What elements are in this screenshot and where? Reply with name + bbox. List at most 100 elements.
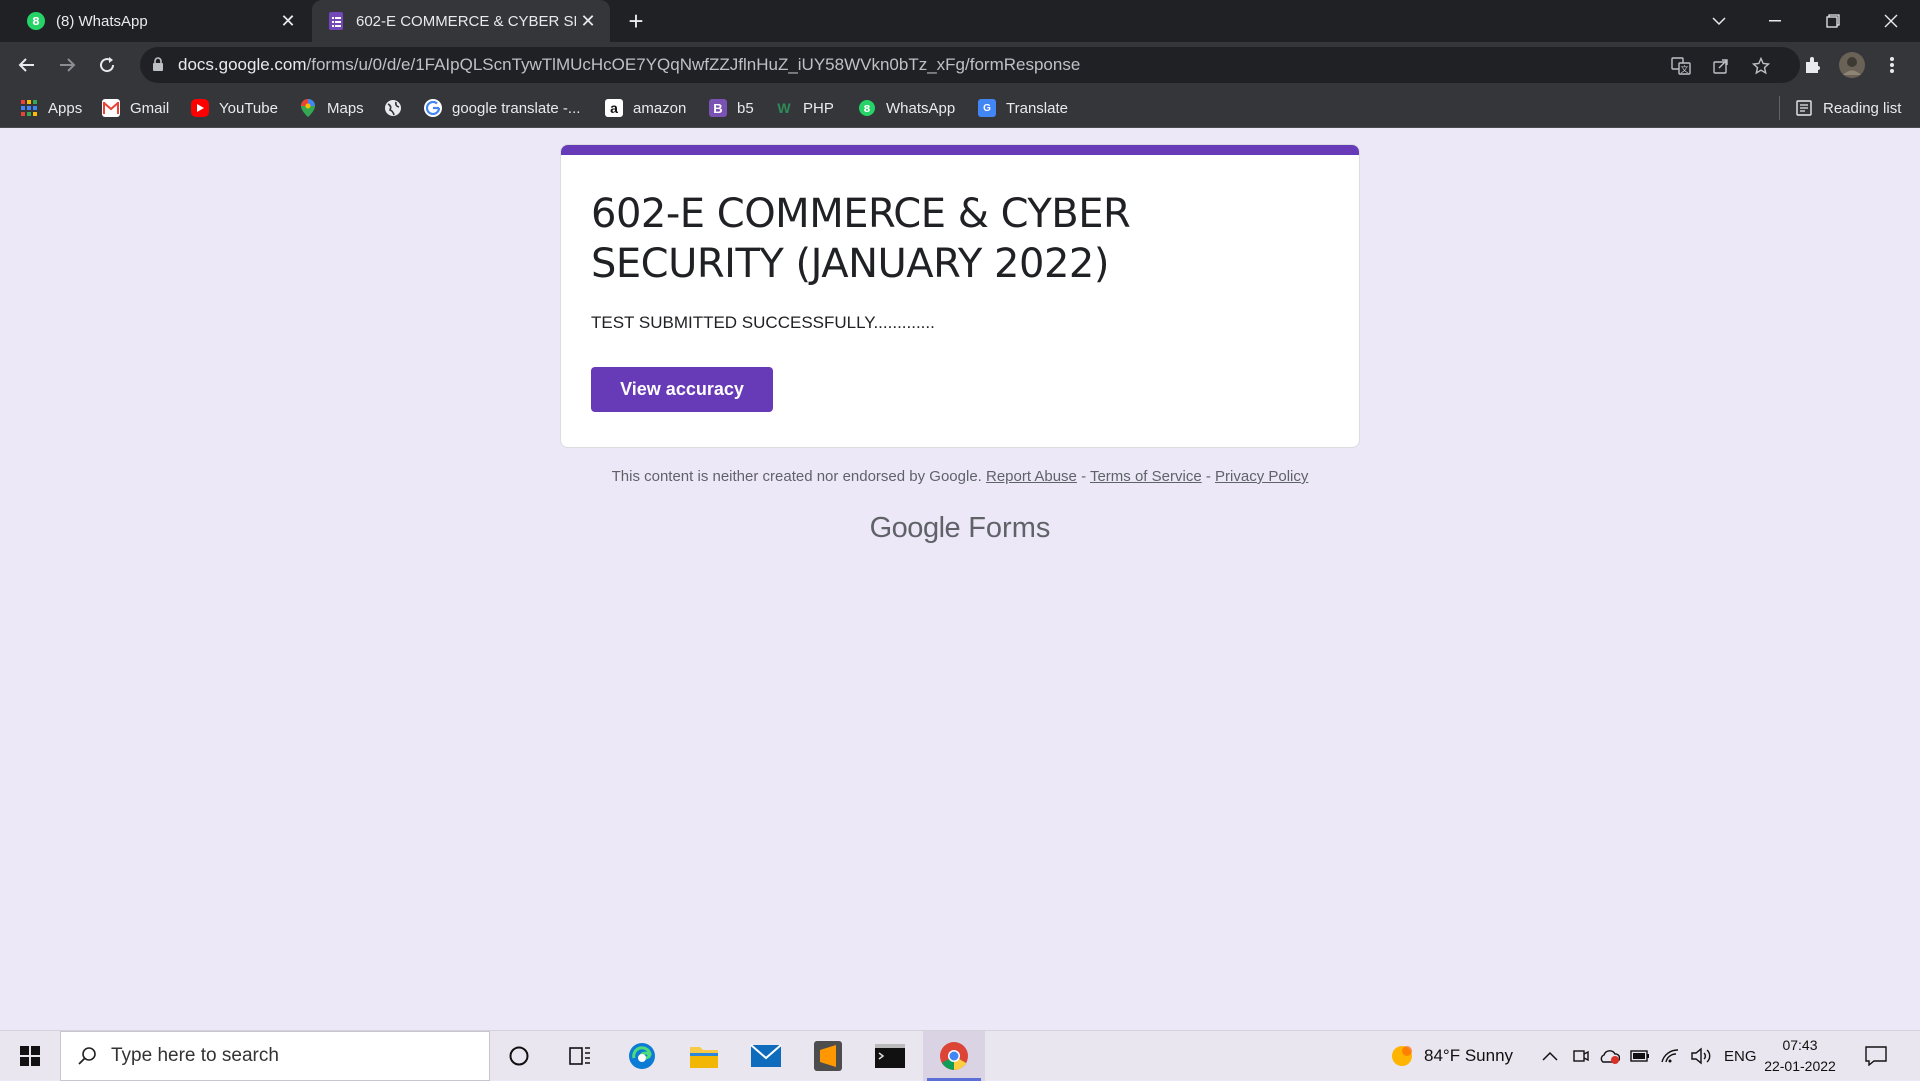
form-title: 602-E COMMERCE & CYBER SECURITY (JANUARY… (591, 191, 1131, 287)
bookmark-gmail[interactable]: Gmail (102, 96, 169, 120)
privacy-policy-link[interactable]: Privacy Policy (1215, 468, 1308, 485)
terminal-icon[interactable] (861, 1031, 919, 1081)
svg-text:文: 文 (1681, 64, 1689, 74)
youtube-icon (191, 99, 209, 117)
file-explorer-icon[interactable] (675, 1031, 733, 1081)
forward-icon[interactable] (51, 49, 83, 81)
bookmark-label: Translate (1006, 99, 1068, 117)
chrome-icon[interactable] (923, 1031, 985, 1081)
footer-disclaimer: This content is neither created nor endo… (560, 468, 1360, 485)
google-icon (424, 99, 442, 117)
globe-icon (384, 99, 402, 117)
bookmark-whatsapp[interactable]: 8 WhatsApp (858, 96, 955, 120)
tab-strip: 8 (8) WhatsApp ✕ 602-E COMMERCE & CYBER … (0, 0, 1920, 42)
confirmation-message: TEST SUBMITTED SUCCESSFULLY............. (591, 313, 935, 332)
bookmark-amazon[interactable]: a amazon (605, 96, 686, 120)
bookmark-php[interactable]: W PHP (775, 96, 833, 120)
wifi-icon[interactable] (1660, 1031, 1680, 1081)
address-bar[interactable]: docs.google.com/forms/u/0/d/e/1FAIpQLScn… (140, 47, 1800, 83)
sun-icon (1390, 1044, 1414, 1068)
minimize-icon[interactable] (1752, 0, 1798, 42)
bookmark-label: Apps (48, 99, 83, 117)
meet-now-icon[interactable] (1572, 1031, 1590, 1081)
cortana-icon[interactable] (490, 1031, 548, 1081)
windows-start-icon[interactable] (0, 1031, 60, 1081)
taskbar-search-box[interactable]: Type here to search (60, 1031, 490, 1081)
extensions-icon[interactable] (1796, 49, 1828, 81)
report-abuse-link[interactable]: Report Abuse (986, 468, 1077, 485)
close-window-icon[interactable] (1868, 0, 1914, 42)
weather-widget[interactable]: 84°F Sunny (1390, 1031, 1513, 1081)
view-accuracy-button[interactable]: View accuracy (591, 367, 773, 412)
tab-google-form[interactable]: 602-E COMMERCE & CYBER SEC ✕ (312, 0, 610, 42)
search-placeholder: Type here to search (111, 1045, 279, 1066)
share-icon[interactable] (1710, 55, 1732, 77)
tab-whatsapp[interactable]: 8 (8) WhatsApp ✕ (10, 0, 310, 42)
whatsapp-icon: 8 (26, 11, 46, 31)
mail-icon[interactable] (737, 1031, 795, 1081)
show-hidden-icons-chevron-icon[interactable] (1542, 1031, 1558, 1081)
bookmark-b5[interactable]: B b5 (709, 96, 754, 120)
restore-icon[interactable] (1810, 0, 1856, 42)
task-view-icon[interactable] (551, 1031, 609, 1081)
back-icon[interactable] (11, 49, 43, 81)
google-forms-icon (326, 11, 346, 31)
bookmark-label: Maps (327, 99, 364, 117)
volume-icon[interactable] (1690, 1031, 1712, 1081)
browser-toolbar: docs.google.com/forms/u/0/d/e/1FAIpQLScn… (0, 42, 1920, 88)
bookmark-apps[interactable]: Apps (20, 96, 82, 120)
bookmark-youtube[interactable]: YouTube (191, 96, 278, 120)
google-forms-logo[interactable]: Google Forms (560, 512, 1360, 545)
edge-icon[interactable] (613, 1031, 671, 1081)
close-tab-icon[interactable]: ✕ (576, 9, 600, 33)
weather-text: 84°F Sunny (1424, 1046, 1514, 1065)
logo-forms: Forms (968, 512, 1051, 544)
onedrive-icon[interactable] (1598, 1031, 1620, 1081)
input-language[interactable]: ENG (1724, 1031, 1757, 1081)
reading-list-button[interactable]: Reading list (1795, 96, 1901, 120)
clock-time: 07:43 (1782, 1037, 1818, 1053)
battery-icon[interactable] (1630, 1031, 1650, 1081)
search-icon (77, 1046, 97, 1066)
svg-text:8: 8 (32, 15, 40, 28)
clock-date: 22-01-2022 (1764, 1058, 1836, 1074)
amazon-icon: a (605, 99, 623, 117)
separator: - (1201, 468, 1216, 485)
bookmarks-bar: Apps Gmail YouTube Maps google translate… (0, 88, 1920, 128)
maps-icon (299, 99, 317, 117)
bookmark-globe[interactable] (384, 96, 412, 120)
sublime-text-icon[interactable] (799, 1031, 857, 1081)
separator: - (1076, 468, 1090, 485)
svg-text:8: 8 (864, 104, 871, 115)
new-tab-button[interactable]: + (622, 6, 650, 36)
bookmark-label: YouTube (219, 99, 278, 117)
bookmark-label: amazon (633, 99, 687, 117)
apps-grid-icon (20, 99, 38, 117)
reading-list-label: Reading list (1823, 99, 1902, 117)
gmail-icon (102, 99, 120, 117)
form-response-card: 602-E COMMERCE & CYBER SECURITY (JANUARY… (560, 144, 1360, 448)
bootstrap-icon: B (709, 99, 727, 117)
bookmark-google-translate[interactable]: google translate -... (424, 96, 580, 120)
close-tab-icon[interactable]: ✕ (276, 9, 300, 33)
bookmark-label: Gmail (130, 99, 170, 117)
bookmark-label: google translate -... (452, 99, 581, 117)
terms-of-service-link[interactable]: Terms of Service (1090, 468, 1202, 485)
reading-list-icon (1795, 99, 1813, 117)
system-clock[interactable]: 07:43 22-01-2022 (1760, 1035, 1840, 1077)
profile-avatar[interactable] (1836, 49, 1868, 81)
reload-icon[interactable] (91, 49, 123, 81)
disclaimer-text: This content is neither created nor endo… (611, 468, 982, 485)
lock-icon[interactable] (152, 57, 164, 77)
bookmark-maps[interactable]: Maps (299, 96, 364, 120)
url-text: docs.google.com/forms/u/0/d/e/1FAIpQLScn… (178, 55, 1081, 74)
logo-google: Google (869, 512, 961, 544)
bookmarks-divider (1779, 96, 1780, 120)
bookmark-star-icon[interactable] (1750, 55, 1772, 77)
tab-search-icon[interactable] (1696, 0, 1742, 42)
translate-page-icon[interactable]: 文 (1670, 55, 1692, 77)
notifications-icon[interactable] (1865, 1031, 1887, 1081)
bookmark-translate[interactable]: G Translate (978, 96, 1068, 120)
menu-kebab-icon[interactable] (1876, 49, 1908, 81)
php-icon: W (777, 100, 791, 116)
